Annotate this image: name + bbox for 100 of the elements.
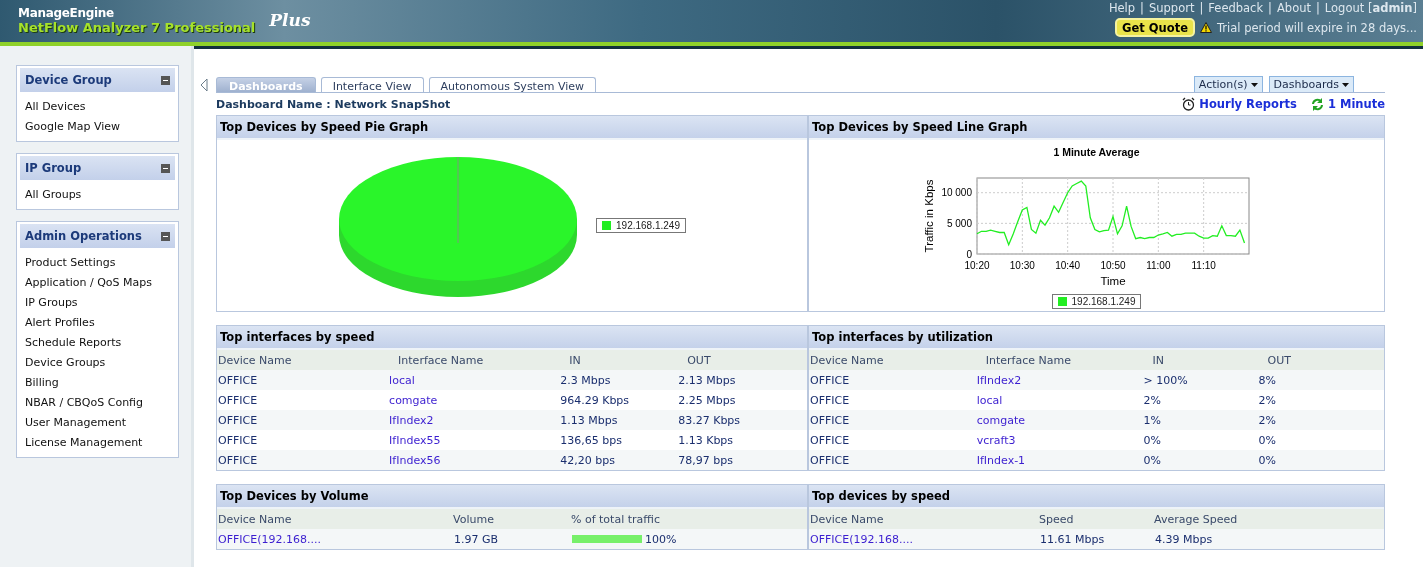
column-header: % of total traffic	[571, 512, 660, 526]
x-axis-title: Time	[1099, 275, 1126, 287]
column-header: Interface Name	[398, 353, 484, 367]
caret-icon	[1342, 82, 1349, 87]
collapse-icon[interactable]	[161, 75, 170, 85]
column-header: Interface Name	[985, 353, 1071, 367]
table-cell: 0%	[1143, 433, 1161, 447]
collapse-arrow-icon[interactable]	[200, 79, 208, 91]
sidebar-panel-title: Device Group	[25, 73, 112, 87]
widget-title: Top Devices by Speed Line Graph	[809, 116, 1384, 140]
link-separator: |	[1139, 1, 1145, 15]
dropdown-menu-button[interactable]: Dashboards	[1268, 76, 1354, 92]
column-header: Device Name	[810, 512, 884, 526]
table-cell: 100%	[645, 532, 677, 546]
sidebar-item[interactable]: Application / QoS Maps	[20, 273, 175, 293]
column-header: IN	[569, 353, 581, 367]
table-cell: 8%	[1258, 373, 1276, 387]
sidebar-item[interactable]: Alert Profiles	[20, 313, 175, 333]
x-tick-label: 10:30	[1009, 260, 1035, 271]
widget-title: Top devices by speed	[809, 485, 1384, 509]
refresh-icon	[1310, 97, 1324, 111]
table-cell: OFFICE	[218, 413, 258, 427]
sidebar-item[interactable]: All Devices	[20, 97, 175, 117]
edition-label: Plus	[269, 10, 311, 30]
table-link[interactable]: comgate	[389, 393, 438, 407]
table-link[interactable]: IfIndex2	[976, 373, 1022, 387]
table-cell: 2.25 Mbps	[678, 393, 736, 407]
table-cell: OFFICE	[810, 393, 850, 407]
link-separator: |	[1198, 1, 1205, 15]
table-cell: 78,97 bps	[678, 453, 733, 467]
table-cell: 1%	[1143, 413, 1161, 427]
table-cell: OFFICE	[218, 393, 258, 407]
collapse-icon[interactable]	[161, 163, 170, 173]
caret-icon	[1250, 82, 1258, 87]
tab[interactable]: Autonomous System View	[428, 77, 596, 92]
sidebar-item[interactable]: License Management	[20, 433, 175, 453]
table-cell: 2%	[1258, 393, 1276, 407]
widget-title: Top Devices by Volume	[217, 485, 807, 509]
tab[interactable]: Interface View	[320, 77, 424, 92]
header-link[interactable]: Support	[1149, 1, 1195, 15]
legend-label: 192.168.1.249	[616, 220, 680, 231]
table-cell: 1.97 GB	[454, 532, 499, 546]
collapse-icon[interactable]	[161, 231, 170, 241]
sidebar-item[interactable]: User Management	[20, 413, 175, 433]
table-cell: 2.13 Mbps	[678, 373, 736, 387]
table-cell: OFFICE	[810, 453, 850, 467]
column-header: Volume	[453, 512, 494, 526]
sidebar-panel-title: IP Group	[25, 161, 82, 175]
toolbar-link[interactable]: 1 Minute	[1310, 97, 1385, 111]
table-cell: 0%	[1258, 433, 1276, 447]
y-axis-title: Traffic in Kbps	[922, 179, 935, 253]
table-cell: 83.27 Kbps	[678, 413, 741, 427]
table-cell: 4.39 Mbps	[1155, 532, 1213, 546]
column-header: Device Name	[810, 353, 884, 367]
table-link[interactable]: IfIndex55	[389, 433, 441, 447]
y-tick-label: 10 000	[940, 187, 972, 199]
widget-title: Top interfaces by speed	[217, 326, 807, 350]
table-cell: 0%	[1143, 453, 1161, 467]
table-cell: OFFICE	[810, 433, 850, 447]
table-cell: OFFICE	[218, 373, 258, 387]
column-header: OUT	[687, 353, 711, 367]
link-separator: |	[1315, 1, 1321, 15]
sidebar-panel-title: Admin Operations	[25, 229, 142, 243]
sidebar-item[interactable]: Schedule Reports	[20, 333, 175, 353]
table-link[interactable]: vcraft3	[976, 433, 1016, 447]
table-cell: > 100%	[1143, 373, 1188, 387]
table-cell: 1.13 Kbps	[678, 433, 734, 447]
alarm-clock-icon	[1182, 97, 1196, 111]
sidebar-item[interactable]: All Groups	[20, 185, 175, 205]
table-cell: 1.13 Mbps	[560, 413, 618, 427]
table-cell: 2%	[1143, 393, 1161, 407]
sidebar-item[interactable]: Billing	[20, 373, 175, 393]
chart-title: 1 Minute Average	[1053, 146, 1140, 158]
widget-title: Top Devices by Speed Pie Graph	[217, 116, 807, 140]
dropdown-menu-button[interactable]: Action(s)	[1193, 76, 1263, 92]
table-link[interactable]: local	[976, 393, 1003, 407]
table-cell: 42,20 bps	[560, 453, 615, 467]
table-link[interactable]: local	[389, 373, 415, 387]
table-link[interactable]: IfIndex2	[389, 413, 434, 427]
y-tick-label: 5 000	[946, 217, 972, 229]
table-cell: OFFICE	[218, 433, 258, 447]
sidebar-item[interactable]: NBAR / CBQoS Config	[20, 393, 175, 413]
x-tick-label: 11:10	[1191, 260, 1216, 271]
header-link[interactable]: Logout [admin]	[1324, 1, 1417, 15]
table-cell: OFFICE	[810, 413, 850, 427]
legend-label: 192.168.1.249	[1071, 296, 1136, 307]
header-link[interactable]: About	[1276, 1, 1311, 15]
column-header: Device Name	[218, 512, 292, 526]
column-header: Average Speed	[1154, 512, 1238, 526]
sidebar-item[interactable]: Product Settings	[20, 253, 175, 273]
company-logo: ManageEngine	[18, 6, 115, 20]
toolbar-link[interactable]: Hourly Reports	[1182, 97, 1297, 111]
header-link[interactable]: Feedback	[1208, 1, 1264, 15]
sidebar-item[interactable]: IP Groups	[20, 293, 175, 313]
x-tick-label: 10:20	[964, 260, 989, 271]
widget-title: Top interfaces by utilization	[809, 326, 1384, 350]
header-link[interactable]: Help	[1108, 1, 1136, 15]
get-quote-button[interactable]: Get Quote	[1115, 18, 1195, 37]
sidebar-item[interactable]: Device Groups	[20, 353, 175, 373]
sidebar-item[interactable]: Google Map View	[20, 117, 175, 137]
